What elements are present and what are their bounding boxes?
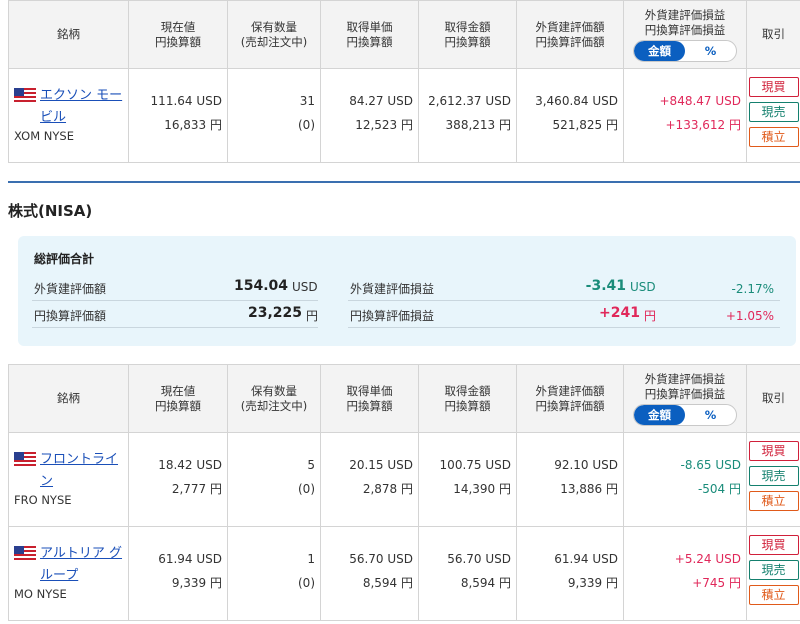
buy-button[interactable]: 現買 — [748, 535, 799, 555]
cell-unit-cost: 20.15 USD 2,878 円 — [320, 432, 419, 527]
jpy-valuation-unit: 円 — [306, 309, 319, 323]
sell-button[interactable]: 現売 — [748, 466, 799, 486]
jpy-pnl-unit: 円 — [644, 309, 657, 323]
summary-box: 総評価合計 外貨建評価額 154.04 USD 円換算評価額 23,225 円 … — [18, 236, 796, 346]
sell-button[interactable]: 現売 — [748, 102, 799, 122]
cell-name: エクソン モービル XOM NYSE — [8, 68, 129, 163]
section-divider — [8, 181, 800, 183]
cell-cost-amount: 2,612.37 USD 388,213 円 — [418, 68, 517, 163]
cell-valuation: 92.10 USD 13,886 円 — [516, 432, 624, 527]
cell-valuation: 3,460.84 USD 521,825 円 — [516, 68, 624, 163]
jpy-pnl-label: 円換算評価損益 — [350, 309, 435, 323]
cell-price: 18.42 USD 2,777 円 — [128, 432, 228, 527]
fx-pnl-value: -3.41 — [585, 278, 626, 294]
header-name: 銘柄 — [8, 364, 129, 433]
cell-qty: 31 (0) — [227, 68, 321, 163]
cell-trade: 現買 現売 積立 — [746, 68, 800, 163]
us-flag-icon — [14, 546, 36, 560]
table-row: フロントライン FRO NYSE 18.42 USD 2,777 円 5 (0) 2… — [8, 432, 800, 527]
fx-valuation-unit: USD — [292, 280, 318, 294]
buy-button[interactable]: 現買 — [748, 77, 799, 97]
fx-pnl-unit: USD — [630, 280, 656, 294]
fx-pnl-pct: -2.17% — [731, 282, 774, 296]
pnl-toggle[interactable]: 金額 % — [633, 403, 737, 426]
header-qty: 保有数量 (売却注文中) — [227, 364, 321, 433]
summary-rule — [32, 327, 318, 328]
table-header-row: 銘柄 現在値 円換算額 保有数量 (売却注文中) 取得単価 円換算額 取得金額 円換算額… — [8, 364, 800, 433]
summary-rule — [32, 300, 318, 301]
toggle-amount[interactable]: 金額 — [634, 404, 685, 425]
header-name: 銘柄 — [8, 0, 129, 69]
cell-cost-amount: 56.70 USD 8,594 円 — [418, 526, 517, 621]
accumulate-button[interactable]: 積立 — [748, 585, 799, 605]
table-header-row: 銘柄 現在値 円換算額 保有数量 (売却注文中) 取得単価 円換算額 取得金額 円換算額… — [8, 0, 800, 69]
cell-pnl: -8.65 USD -504 円 — [623, 432, 747, 527]
cell-qty: 1 (0) — [227, 526, 321, 621]
buy-button[interactable]: 現買 — [748, 441, 799, 461]
cell-trade: 現買 現売 積立 — [746, 526, 800, 621]
section-title: 株式(NISA) — [8, 202, 93, 220]
jpy-pnl-pct: +1.05% — [725, 309, 774, 323]
header-cost-amount: 取得金額 円換算額 — [418, 364, 517, 433]
table-row: アルトリア グループ MO NYSE 61.94 USD 9,339 円 1 (0)… — [8, 526, 800, 621]
cell-qty: 5 (0) — [227, 432, 321, 527]
header-cost-amount: 取得金額 円換算額 — [418, 0, 517, 69]
cell-pnl: +848.47 USD +133,612 円 — [623, 68, 747, 163]
toggle-amount[interactable]: 金額 — [634, 40, 685, 61]
header-trade: 取引 — [746, 0, 800, 69]
accumulate-button[interactable]: 積立 — [748, 491, 799, 511]
holdings-table-top: 銘柄 現在値 円換算額 保有数量 (売却注文中) 取得単価 円換算額 取得金額 円換算額… — [8, 0, 800, 163]
cell-cost-amount: 100.75 USD 14,390 円 — [418, 432, 517, 527]
toggle-percent[interactable]: % — [685, 41, 736, 61]
cell-pnl: +5.24 USD +745 円 — [623, 526, 747, 621]
cell-name: フロントライン FRO NYSE — [8, 432, 129, 527]
us-flag-icon — [14, 452, 36, 466]
toggle-percent[interactable]: % — [685, 405, 736, 425]
sell-button[interactable]: 現売 — [748, 560, 799, 580]
header-price: 現在値 円換算額 — [128, 0, 228, 69]
cell-valuation: 61.94 USD 9,339 円 — [516, 526, 624, 621]
jpy-pnl-value: +241 — [599, 305, 640, 321]
cell-price: 111.64 USD 16,833 円 — [128, 68, 228, 163]
cell-trade: 現買 現売 積立 — [746, 432, 800, 527]
summary-title: 総評価合計 — [34, 252, 95, 266]
header-valuation: 外貨建評価額 円換算評価額 — [516, 364, 624, 433]
header-qty: 保有数量 (売却注文中) — [227, 0, 321, 69]
accumulate-button[interactable]: 積立 — [748, 127, 799, 147]
fx-pnl-label: 外貨建評価損益 — [350, 282, 435, 296]
header-valuation: 外貨建評価額 円換算評価額 — [516, 0, 624, 69]
fx-valuation-label: 外貨建評価額 — [34, 282, 107, 296]
ticker: XOM NYSE — [14, 129, 74, 143]
summary-rule — [348, 327, 780, 328]
ticker: MO NYSE — [14, 587, 67, 601]
jpy-valuation-label: 円換算評価額 — [34, 309, 107, 323]
cell-unit-cost: 84.27 USD 12,523 円 — [320, 68, 419, 163]
cell-unit-cost: 56.70 USD 8,594 円 — [320, 526, 419, 621]
summary-rule — [348, 300, 780, 301]
stock-name-link[interactable]: フロントライン — [40, 449, 128, 493]
header-price: 現在値 円換算額 — [128, 364, 228, 433]
cell-name: アルトリア グループ MO NYSE — [8, 526, 129, 621]
header-trade: 取引 — [746, 364, 800, 433]
header-unit-cost: 取得単価 円換算額 — [320, 364, 419, 433]
table-row: エクソン モービル XOM NYSE 111.64 USD 16,833 円 31… — [8, 68, 800, 163]
us-flag-icon — [14, 88, 36, 102]
stock-name-link[interactable]: アルトリア グループ — [40, 543, 128, 587]
cell-price: 61.94 USD 9,339 円 — [128, 526, 228, 621]
header-pnl: 外貨建評価損益 円換算評価損益 金額 % — [623, 364, 747, 433]
pnl-toggle[interactable]: 金額 % — [633, 39, 737, 62]
header-pnl: 外貨建評価損益 円換算評価損益 金額 % — [623, 0, 747, 69]
header-unit-cost: 取得単価 円換算額 — [320, 0, 419, 69]
stock-name-link[interactable]: エクソン モービル — [40, 85, 128, 129]
holdings-table-nisa: 銘柄 現在値 円換算額 保有数量 (売却注文中) 取得単価 円換算額 取得金額 円換算額… — [8, 364, 800, 621]
fx-valuation-value: 154.04 — [233, 278, 288, 294]
jpy-valuation-value: 23,225 — [247, 305, 302, 321]
ticker: FRO NYSE — [14, 493, 72, 507]
